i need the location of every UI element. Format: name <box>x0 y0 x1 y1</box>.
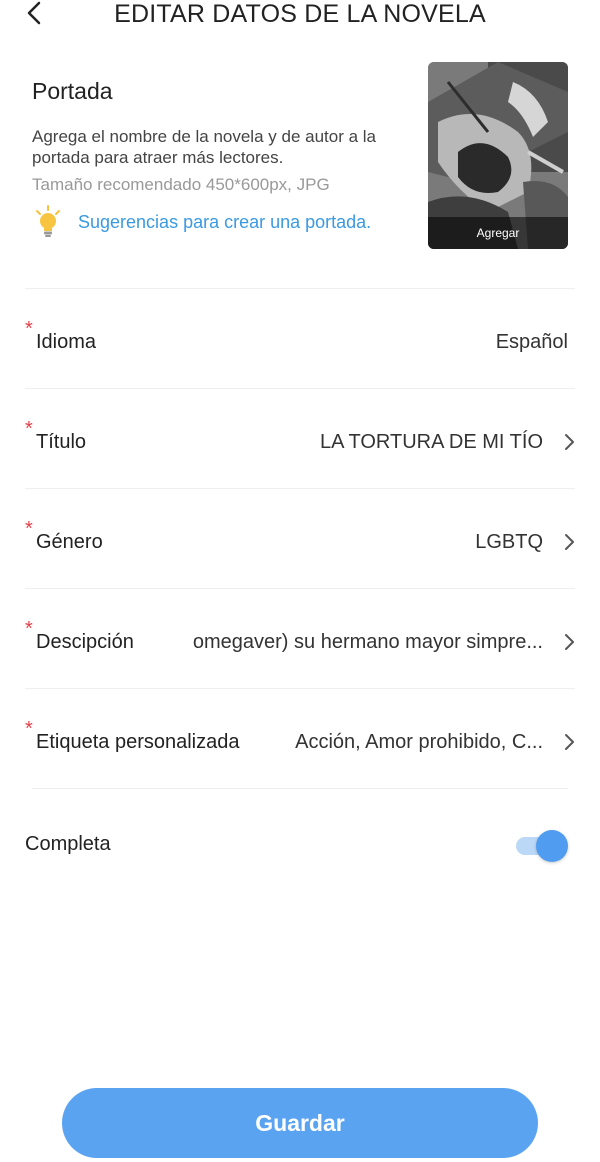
title-field[interactable]: * Título LA TORTURA DE MI TÍO <box>25 413 585 473</box>
chevron-right-icon <box>565 734 574 750</box>
tags-label: Etiqueta personalizada <box>36 731 240 753</box>
language-value: Español <box>495 331 568 353</box>
cover-add-button[interactable]: Agregar <box>428 217 568 249</box>
page-title: EDITAR DATOS DE LA NOVELA <box>114 0 486 28</box>
save-button[interactable]: Guardar <box>62 1088 538 1158</box>
tags-value: Acción, Amor prohibido, C... <box>295 731 543 753</box>
title-label: Título <box>36 431 87 453</box>
divider <box>25 588 575 589</box>
description-field[interactable]: * Descipción omegaver) su hermano mayor … <box>25 613 585 673</box>
required-asterisk: * <box>25 418 33 440</box>
required-asterisk: * <box>25 718 33 740</box>
cover-size-hint: Tamaño recomendado 450*600px, JPG <box>32 175 330 194</box>
complete-toggle[interactable] <box>514 829 568 862</box>
divider <box>25 688 575 689</box>
divider <box>25 388 575 389</box>
required-asterisk: * <box>25 618 33 640</box>
cover-tips-link[interactable]: Sugerencias para crear una portada. <box>34 204 371 240</box>
top-bar: EDITAR DATOS DE LA NOVELA <box>0 0 600 34</box>
title-value: LA TORTURA DE MI TÍO <box>319 431 543 453</box>
complete-label: Completa <box>25 833 111 855</box>
cover-tips-link-text: Sugerencias para crear una portada. <box>78 211 372 232</box>
genre-value: LGBTQ <box>475 531 543 553</box>
cover-image-upload[interactable]: Agregar <box>428 62 568 249</box>
genre-field[interactable]: * Género LGBTQ <box>25 513 585 573</box>
tags-field[interactable]: * Etiqueta personalizada Acción, Amor pr… <box>25 713 585 773</box>
language-label: Idioma <box>36 331 97 353</box>
description-value: omegaver) su hermano mayor simpre... <box>192 631 543 653</box>
chevron-right-icon <box>565 434 574 450</box>
toggle-knob <box>536 830 568 862</box>
cover-description: Agrega el nombre de la novela y de autor… <box>32 127 377 167</box>
language-field[interactable]: * Idioma Español <box>25 313 585 373</box>
divider <box>25 488 575 489</box>
divider <box>32 788 568 789</box>
chevron-right-icon <box>565 534 574 550</box>
genre-label: Género <box>36 531 103 553</box>
required-asterisk: * <box>25 518 33 540</box>
lightbulb-icon <box>36 205 60 237</box>
cover-section-title: Portada <box>32 78 113 104</box>
required-asterisk: * <box>25 318 33 340</box>
divider <box>25 288 575 289</box>
description-label: Descipción <box>36 631 134 653</box>
chevron-right-icon <box>565 634 574 650</box>
